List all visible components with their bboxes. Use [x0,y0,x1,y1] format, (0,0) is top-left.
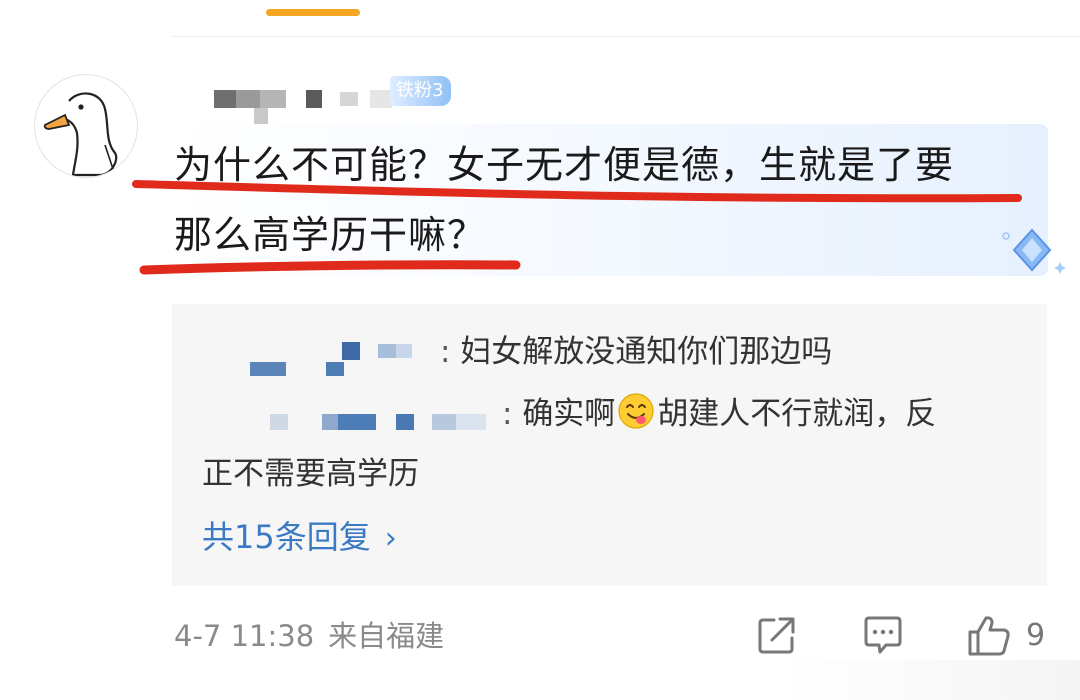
yum-face-emoji-icon [618,393,654,429]
reply-separator: : [440,334,451,370]
comment-button[interactable] [862,614,904,656]
view-all-replies-link[interactable]: 共15条回复 › [202,512,397,564]
bottom-edge-shadow [780,660,1080,700]
comment-meta: 4-7 11:38 来自福建 [174,612,444,660]
reply-item[interactable]: : 妇女解放没通知你们那边吗 [250,322,1040,382]
view-all-replies-label: 共15条回复 [202,518,371,556]
share-button[interactable] [756,614,798,656]
red-underline-mark [139,260,521,275]
reply-text: 妇女解放没通知你们那边吗 [460,334,833,370]
weibo-comment-screen: 铁粉3 为什么不可能？女子无才便是德，生就是了要 那么高学历干嘛？ : 妇女解放… [0,0,1080,700]
thumbs-up-icon [968,616,1010,656]
red-underline-mark [132,180,1022,203]
chevron-right-icon: › [384,521,397,556]
reply-text-line-2: 正不需要高学历 [202,456,419,492]
active-tab-indicator [266,9,360,16]
top-divider [172,36,1080,37]
reply-separator: : [502,396,513,432]
like-button[interactable] [966,614,1012,658]
comment-timestamp: 4-7 11:38 [174,619,315,653]
reply-text-start: 确实啊 [522,396,616,432]
reply-text-continued: 胡建人不行就润，反 [657,396,937,432]
avatar[interactable] [34,74,138,178]
goose-avatar-icon [43,92,118,177]
like-count: 9 [1026,618,1046,653]
reply-item[interactable]: : 确实啊 胡建人不行就润，反 正不需要高学历 [202,384,1022,504]
fan-level-badge[interactable]: 铁粉3 [390,76,452,106]
comment-location: 来自福建 [328,619,445,653]
diamond-decoration-icon [1002,228,1066,274]
share-icon [758,617,795,654]
comment-icon [864,616,902,654]
